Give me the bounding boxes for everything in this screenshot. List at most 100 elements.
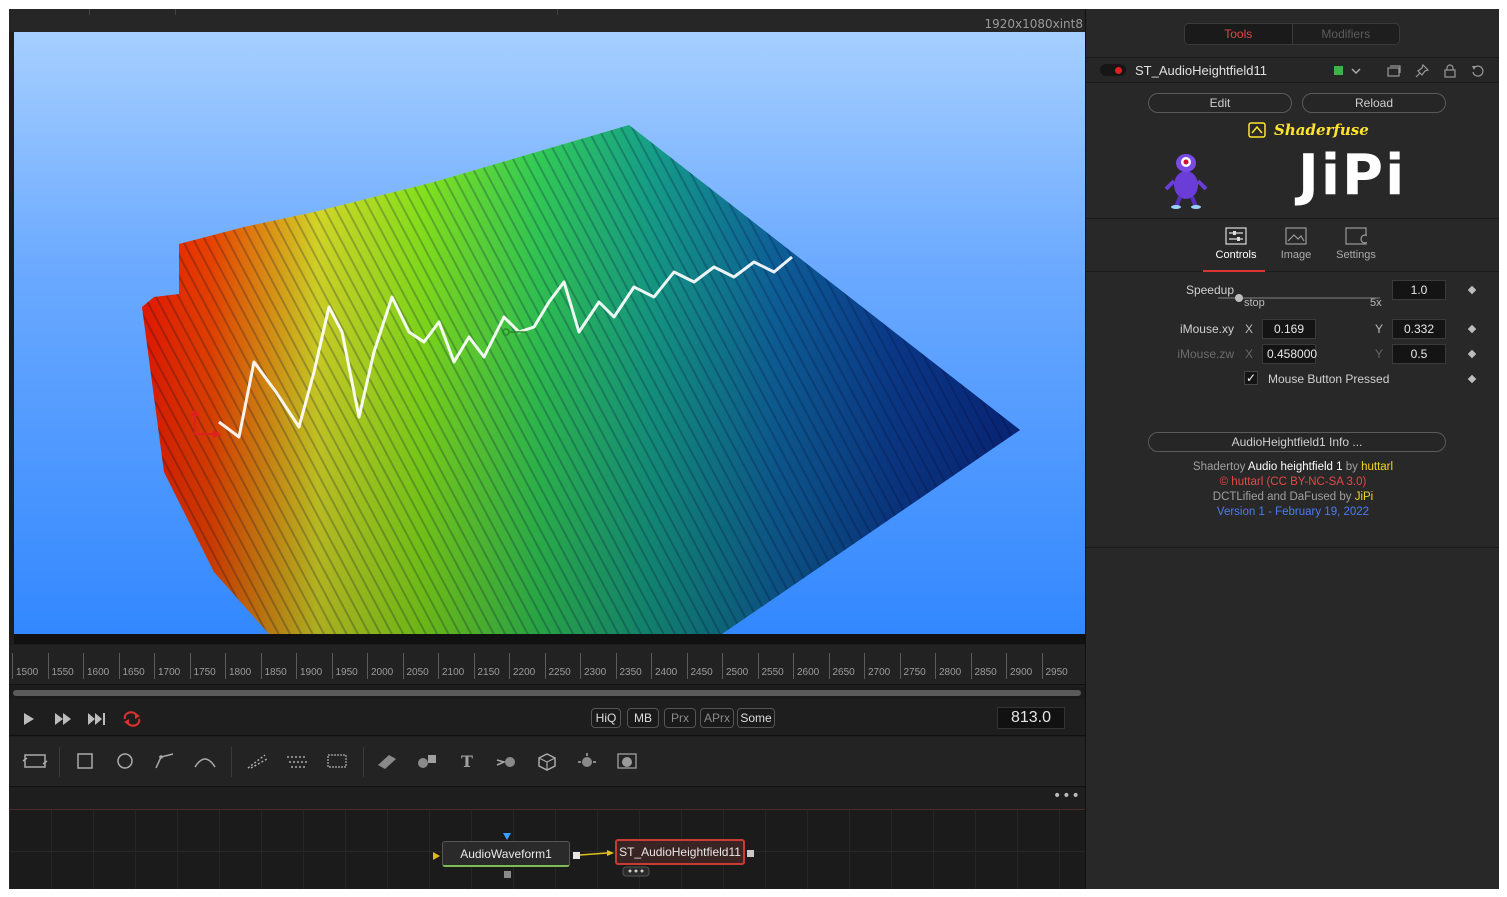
speedup-max-label: 5x xyxy=(1370,297,1382,309)
ruler-tick-label: 2950 xyxy=(1041,653,1068,679)
fast-forward-button[interactable] xyxy=(53,710,73,728)
ruler-tick-label: 2100 xyxy=(438,653,464,679)
node-bottom-port[interactable] xyxy=(504,871,511,878)
keyframe-diamond-icon[interactable] xyxy=(1467,324,1477,334)
control-tabs: Controls Image Settings xyxy=(1086,218,1499,272)
scrub-bar[interactable] xyxy=(13,690,1081,696)
ruler-tick-label: 2500 xyxy=(722,653,748,679)
ellipse-mask-tool[interactable] xyxy=(111,749,139,773)
header-tick xyxy=(89,9,90,15)
tab-tools[interactable]: Tools xyxy=(1185,24,1293,44)
credit-version[interactable]: Version 1 - February 19, 2022 xyxy=(1086,506,1499,518)
more-options-button[interactable]: ••• xyxy=(1053,789,1080,806)
tab-modifiers[interactable]: Modifiers xyxy=(1293,24,1400,44)
reset-icon[interactable] xyxy=(1470,63,1486,79)
credit-author-link[interactable]: huttarl xyxy=(1361,461,1393,473)
imouse-y-axis-label: Y xyxy=(1375,322,1384,336)
info-button[interactable]: AudioHeightfield1 Info ... xyxy=(1148,432,1446,452)
particle-render-tool[interactable] xyxy=(283,749,311,773)
particle-pmerge-tool[interactable] xyxy=(323,749,351,773)
tool-color-swatch[interactable] xyxy=(1334,66,1343,75)
keyframe-diamond-icon[interactable] xyxy=(1467,374,1477,384)
node-output-port[interactable] xyxy=(573,852,580,859)
keyframe-diamond-icon[interactable] xyxy=(1467,285,1477,295)
bspline-mask-tool[interactable] xyxy=(191,749,219,773)
ruler-tick-label: 2450 xyxy=(686,653,713,679)
shape-3d-tool[interactable] xyxy=(373,749,401,773)
imouse-x-field[interactable]: 0.169 xyxy=(1262,319,1316,339)
tab-controls[interactable]: Controls xyxy=(1203,227,1265,272)
rectangle-mask-tool[interactable] xyxy=(71,749,99,773)
ruler-tick-label: 2000 xyxy=(367,653,393,679)
tool-bar: T xyxy=(9,737,1085,787)
light-3d-tool[interactable] xyxy=(573,749,601,773)
aprx-toggle[interactable]: APrx xyxy=(700,708,734,728)
credit-license[interactable]: © huttarl (CC BY-NC-SA 3.0) xyxy=(1086,476,1499,488)
speedup-slider-knob[interactable] xyxy=(1235,294,1244,302)
node-link-arrow xyxy=(607,850,614,856)
ruler-tick-label: 2850 xyxy=(970,653,997,679)
play-icon xyxy=(24,713,34,725)
merge-3d-icon xyxy=(418,755,436,768)
rectangle-icon xyxy=(77,753,93,769)
hiq-toggle[interactable]: HiQ xyxy=(591,708,621,728)
speedup-field[interactable]: 1.0 xyxy=(1392,280,1446,300)
node-input-arrow[interactable] xyxy=(433,852,440,860)
chevron-down-icon[interactable] xyxy=(1348,63,1364,79)
timeline-ruler[interactable]: 1500 1550 1600 1650 1700 1750 1800 1850 1900 1950… xyxy=(9,645,1085,685)
imouse-y-field[interactable]: 0.332 xyxy=(1392,319,1446,339)
camera-3d-tool[interactable] xyxy=(533,749,561,773)
imouse-w-field[interactable]: 0.5 xyxy=(1392,344,1446,364)
text-3d-tool[interactable]: T xyxy=(453,749,481,773)
pin-icon[interactable] xyxy=(1414,63,1430,79)
header-tick xyxy=(557,9,558,15)
imouse-z-field[interactable]: 0.458000 xyxy=(1262,344,1317,364)
cube-3d-icon xyxy=(538,753,556,771)
toolbar-divider xyxy=(59,747,60,777)
credit-jipi-link[interactable]: JiPi xyxy=(1355,491,1374,503)
edit-button[interactable]: Edit xyxy=(1148,93,1292,113)
play-button[interactable] xyxy=(19,710,39,728)
particle-emitter-tool[interactable] xyxy=(243,749,271,773)
credit-line-3: DCTLified and DaFused by JiPi xyxy=(1086,491,1499,503)
polygon-mask-tool[interactable] xyxy=(151,749,179,773)
reload-button[interactable]: Reload xyxy=(1302,93,1446,113)
lock-icon[interactable] xyxy=(1442,63,1458,79)
imouse-w-axis-label: Y xyxy=(1375,347,1384,361)
shader-output-port[interactable] xyxy=(747,850,754,857)
mb-toggle[interactable]: MB xyxy=(627,708,659,728)
node-audiowaveform[interactable]: AudioWaveform1 xyxy=(442,841,570,867)
renderer-3d-icon xyxy=(496,757,515,767)
credit-shader-name[interactable]: Audio heightfield 1 xyxy=(1248,461,1343,473)
node-st-audioheightfield[interactable]: ST_AudioHeightfield11 xyxy=(615,839,745,865)
scrub-area[interactable] xyxy=(9,687,1085,699)
fusion-app: 1920x1080xint8 1500 1550 1600 1650 1700 … xyxy=(9,9,1499,889)
tab-settings[interactable]: Settings xyxy=(1327,227,1385,271)
viewer-canvas[interactable] xyxy=(14,32,1085,634)
image-plane-3d-tool[interactable] xyxy=(613,749,641,773)
prx-toggle[interactable]: Prx xyxy=(664,708,696,728)
viewer-footer xyxy=(14,634,1085,644)
some-toggle[interactable]: Some xyxy=(737,708,775,728)
resolution-label: 1920x1080xint8 xyxy=(984,17,1083,31)
ruler-tick-label: 2050 xyxy=(402,653,429,679)
node-input-triangle[interactable] xyxy=(503,833,511,840)
mouse-pressed-checkbox[interactable]: ✓ xyxy=(1244,371,1258,385)
image-icon xyxy=(1285,227,1307,245)
ruler-tick-label: 2700 xyxy=(864,653,890,679)
ruler-tick-label: 2550 xyxy=(757,653,784,679)
current-frame-field[interactable]: 813.0 xyxy=(997,707,1065,729)
speedup-slider[interactable] xyxy=(1218,294,1380,302)
version-icon[interactable] xyxy=(1386,63,1402,79)
tab-image[interactable]: Image xyxy=(1267,227,1325,271)
skip-to-end-icon xyxy=(88,713,105,725)
merge-3d-tool[interactable] xyxy=(413,749,441,773)
ruler-tick-label: 1850 xyxy=(260,653,287,679)
loop-button[interactable] xyxy=(121,710,141,728)
skip-to-end-button[interactable] xyxy=(87,710,107,728)
ruler-tick-label: 1500 xyxy=(12,653,38,679)
renderer-3d-tool[interactable] xyxy=(493,749,521,773)
tool-enable-toggle[interactable] xyxy=(1100,64,1126,76)
keyframe-diamond-icon[interactable] xyxy=(1467,349,1477,359)
background-tool[interactable] xyxy=(21,749,49,773)
